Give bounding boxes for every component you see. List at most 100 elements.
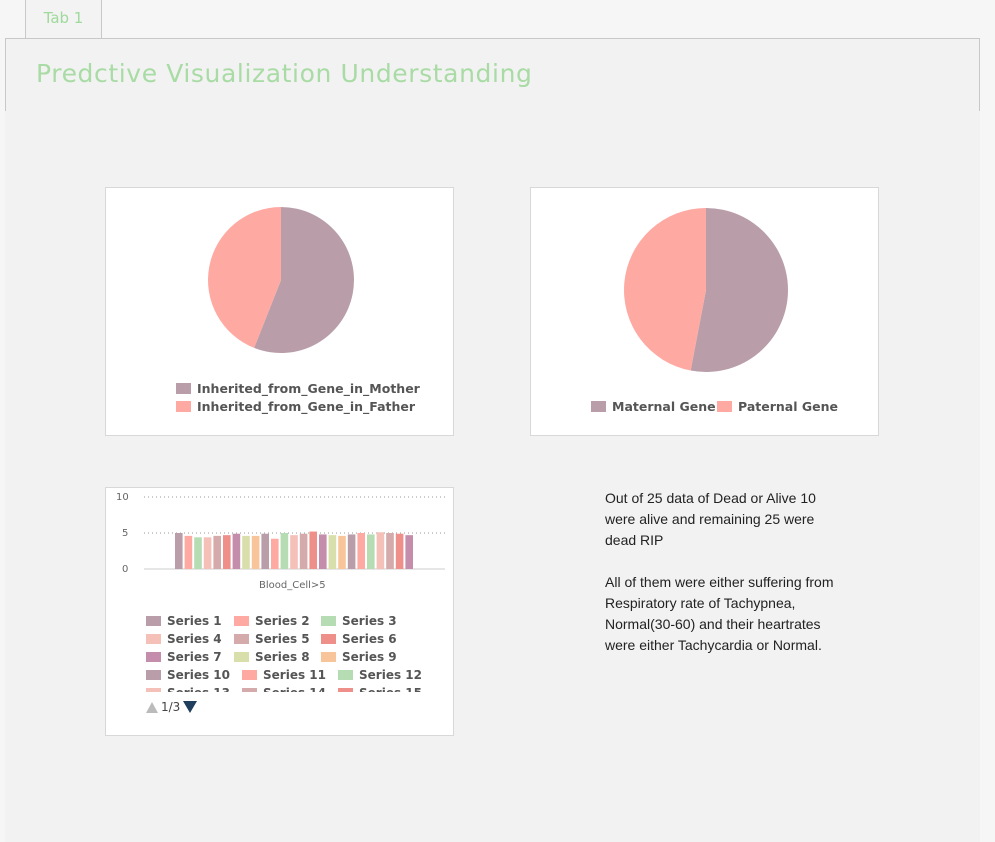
- bar-legend-label-6: Series 6: [342, 632, 397, 646]
- pager-down-icon[interactable]: [183, 701, 198, 713]
- bar-legend-swatch-7: [146, 652, 161, 662]
- bar-legend-label-14: Series 14: [263, 686, 326, 692]
- bar-legend-item-15[interactable]: Series 15: [338, 686, 422, 692]
- bar-legend-item-3[interactable]: Series 3: [321, 614, 397, 628]
- pie1-legend-swatch-0: [176, 383, 191, 394]
- bar-series-23[interactable]: [386, 533, 394, 569]
- bar-legend-label-8: Series 8: [255, 650, 310, 664]
- bar-legend-label-5: Series 5: [255, 632, 310, 646]
- bar-legend-item-8[interactable]: Series 8: [234, 650, 310, 664]
- pie2-legend-label-1: Paternal Gene: [738, 399, 838, 414]
- bar-legend-swatch-6: [321, 634, 336, 644]
- bar-chart-legend: Series 1 Series 2 Series 3 Series 4 Series 5…: [146, 610, 426, 692]
- bar-legend-item-10[interactable]: Series 10: [146, 668, 230, 682]
- tab-1[interactable]: Tab 1: [25, 0, 102, 39]
- bar-legend-swatch-12: [338, 670, 353, 680]
- summary-paragraph-1: Out of 25 data of Dead or Alive 10 were …: [605, 490, 816, 548]
- bar-legend-swatch-15: [338, 688, 353, 692]
- bar-legend-item-5[interactable]: Series 5: [234, 632, 310, 646]
- x-axis-label: Blood_Cell>5: [259, 580, 326, 591]
- bar-series-22[interactable]: [376, 532, 385, 569]
- bar-legend-item-4[interactable]: Series 4: [146, 632, 222, 646]
- tab-1-label: Tab 1: [43, 9, 84, 27]
- y-tick-label-5: 5: [122, 528, 128, 539]
- bar-series-25[interactable]: [405, 535, 413, 569]
- bar-series-12[interactable]: [280, 533, 289, 569]
- bar-series-5[interactable]: [213, 535, 221, 569]
- bar-series-7[interactable]: [232, 533, 241, 569]
- pie2-legend-swatch-1: [717, 401, 732, 412]
- bar-series-8[interactable]: [242, 535, 250, 569]
- bar-series-14[interactable]: [299, 533, 308, 569]
- pie-chart-inheritance: [207, 207, 354, 353]
- pie1-legend-label-0: Inherited_from_Gene_in_Mother: [197, 381, 420, 396]
- page-title: Predctive Visualization Understanding: [36, 59, 533, 88]
- bar-series-10[interactable]: [261, 533, 269, 569]
- bar-legend-label-9: Series 9: [342, 650, 397, 664]
- bar-series-11[interactable]: [271, 538, 279, 569]
- bar-legend-item-13[interactable]: Series 13: [146, 686, 230, 692]
- bar-series-1[interactable]: [175, 533, 183, 569]
- bar-chart: 10 5 0 Blood_Cell>5: [116, 492, 445, 591]
- bar-series-2[interactable]: [184, 535, 193, 569]
- pie1-legend-label-1: Inherited_from_Gene_in_Father: [197, 399, 416, 414]
- bar-legend-item-1[interactable]: Series 1: [146, 614, 222, 628]
- bar-legend-item-7[interactable]: Series 7: [146, 650, 222, 664]
- bar-legend-label-11: Series 11: [263, 668, 326, 682]
- bar-series-6[interactable]: [223, 535, 231, 569]
- bar-legend-swatch-9: [321, 652, 336, 662]
- bar-series-24[interactable]: [395, 533, 404, 569]
- bar-legend-label-1: Series 1: [167, 614, 222, 628]
- pie2-legend-swatch-0: [591, 401, 606, 412]
- bar-legend-label-7: Series 7: [167, 650, 222, 664]
- pie-chart-gene: [624, 208, 788, 372]
- bar-series-18[interactable]: [338, 535, 346, 569]
- bar-legend-label-3: Series 3: [342, 614, 397, 628]
- bar-chart-panel: 10 5 0 Blood_Cell>5 Series 1 Series 2 Seri…: [105, 487, 454, 736]
- y-tick-label-0: 0: [122, 564, 128, 575]
- bar-series-20[interactable]: [357, 533, 365, 569]
- pie1-legend-item-1[interactable]: Inherited_from_Gene_in_Father: [176, 399, 415, 414]
- bar-legend-swatch-3: [321, 616, 336, 626]
- bar-series-3[interactable]: [194, 537, 202, 569]
- bar-legend-swatch-8: [234, 652, 249, 662]
- bar-legend-label-10: Series 10: [167, 668, 230, 682]
- bar-legend-swatch-5: [234, 634, 249, 644]
- pie-chart-gene-panel: Maternal Gene Paternal Gene: [530, 187, 879, 436]
- pager-text: 1/3: [161, 700, 181, 714]
- bar-legend-item-12[interactable]: Series 12: [338, 668, 422, 682]
- bar-legend-label-4: Series 4: [167, 632, 222, 646]
- bar-series-15[interactable]: [309, 531, 317, 569]
- pie2-legend-label-0: Maternal Gene: [612, 399, 716, 414]
- summary-paragraph-2: All of them were either suffering from R…: [605, 574, 834, 653]
- bar-legend-item-11[interactable]: Series 11: [242, 668, 326, 682]
- pie-chart-inheritance-panel: Inherited_from_Gene_in_Mother Inherited_…: [105, 187, 454, 436]
- bar-legend-swatch-14: [242, 688, 257, 692]
- bar-legend-label-2: Series 2: [255, 614, 310, 628]
- bar-series-13[interactable]: [290, 535, 298, 569]
- bar-legend-item-2[interactable]: Series 2: [234, 614, 310, 628]
- bar-legend-item-14[interactable]: Series 14: [242, 686, 326, 692]
- tab-strip: Tab 1: [0, 0, 995, 39]
- pie1-legend-item-0[interactable]: Inherited_from_Gene_in_Mother: [176, 381, 420, 396]
- bar-legend-label-15: Series 15: [359, 686, 422, 692]
- pie2-legend-item-1[interactable]: Paternal Gene: [717, 399, 838, 414]
- bar-series-21[interactable]: [367, 534, 375, 569]
- summary-note: Out of 25 data of Dead or Alive 10 were …: [605, 488, 835, 677]
- y-tick-label-10: 10: [116, 492, 129, 503]
- bar-legend-label-13: Series 13: [167, 686, 230, 692]
- bar-legend-swatch-13: [146, 688, 161, 692]
- bar-series-17[interactable]: [328, 535, 337, 569]
- pie2-slice-1[interactable]: [624, 208, 706, 371]
- pie1-legend-swatch-1: [176, 401, 191, 412]
- pie2-legend-item-0[interactable]: Maternal Gene: [591, 399, 716, 414]
- bar-series-19[interactable]: [347, 534, 356, 569]
- bar-legend-item-9[interactable]: Series 9: [321, 650, 397, 664]
- pager-up-icon[interactable]: [146, 701, 158, 713]
- bar-series-9[interactable]: [251, 535, 260, 569]
- bar-series-4[interactable]: [203, 537, 212, 569]
- page-header: Predctive Visualization Understanding: [5, 38, 980, 112]
- bar-legend-item-6[interactable]: Series 6: [321, 632, 397, 646]
- bar-series-16[interactable]: [319, 534, 327, 569]
- bar-legend-swatch-2: [234, 616, 249, 626]
